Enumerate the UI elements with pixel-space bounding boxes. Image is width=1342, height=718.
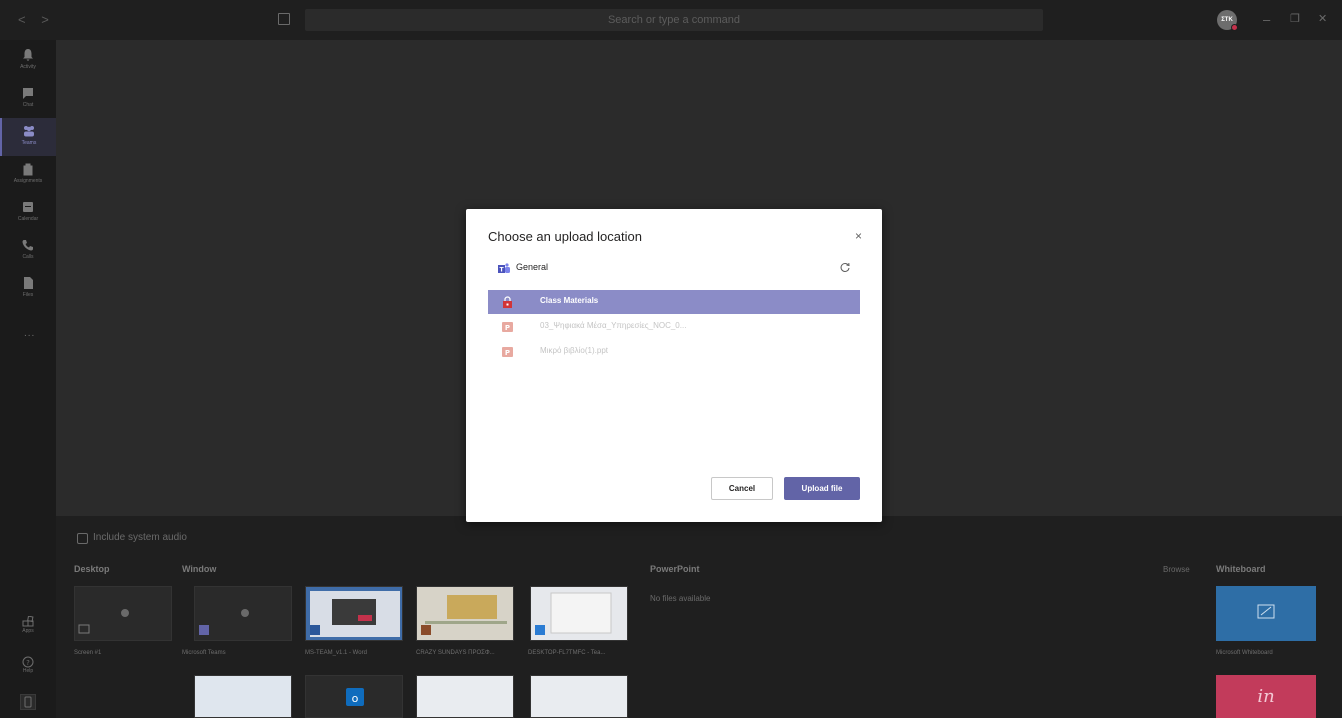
window-thumbnail[interactable] bbox=[194, 675, 292, 718]
rail-item-apps[interactable]: Apps bbox=[0, 616, 56, 634]
desktop-heading: Desktop bbox=[74, 564, 110, 574]
window-thumbnail-teams[interactable] bbox=[194, 586, 292, 641]
outlook-icon: o bbox=[346, 688, 364, 706]
screen-preview-icon bbox=[78, 609, 129, 634]
whiteboard-icon bbox=[1257, 604, 1275, 619]
maximize-button[interactable]: ❐ bbox=[1290, 12, 1300, 25]
whiteboard-heading: Whiteboard bbox=[1216, 564, 1266, 574]
rail-item-device[interactable] bbox=[0, 694, 56, 710]
thumbnail-caption: Microsoft Teams bbox=[182, 650, 226, 656]
bell-icon bbox=[23, 49, 33, 61]
app-rail: Activity Chat Teams Assignments Calendar… bbox=[0, 40, 56, 718]
breadcrumb-label: General bbox=[516, 262, 549, 272]
thumbnail-caption: CRAZY SUNDAYS ΠΡΟΣΦ... bbox=[416, 650, 495, 656]
compose-icon[interactable] bbox=[278, 13, 290, 25]
svg-text:o: o bbox=[352, 692, 359, 705]
include-audio-checkbox[interactable] bbox=[77, 533, 88, 544]
window-thumbnail[interactable] bbox=[530, 675, 628, 718]
window-thumbnail-desktop[interactable] bbox=[530, 586, 628, 641]
thumbnail-caption: MS-TEAM_v1.1 - Word bbox=[305, 650, 367, 656]
rail-label: Calendar bbox=[17, 216, 39, 222]
list-item-label: Μικρό βιβλίο(1).ppt bbox=[540, 346, 608, 355]
window-thumbnail[interactable] bbox=[416, 675, 514, 718]
powerpoint-heading: PowerPoint bbox=[650, 564, 700, 574]
rail-item-activity[interactable]: Activity bbox=[0, 42, 56, 80]
desktop-preview-icon bbox=[535, 592, 612, 635]
window-thumbnail-outlook[interactable]: o bbox=[305, 675, 403, 718]
mobile-icon bbox=[20, 694, 36, 710]
file-icon bbox=[24, 277, 33, 289]
rail-label: Apps bbox=[22, 628, 34, 634]
refresh-icon[interactable] bbox=[839, 262, 851, 274]
window-heading: Window bbox=[182, 564, 217, 574]
lock-folder-icon bbox=[503, 296, 512, 308]
whiteboard-caption: Microsoft Whiteboard bbox=[1216, 650, 1273, 656]
phone-icon bbox=[22, 240, 33, 251]
cancel-button[interactable]: Cancel bbox=[711, 477, 773, 500]
rail-item-chat[interactable]: Chat bbox=[0, 80, 56, 118]
svg-text:P: P bbox=[505, 349, 510, 357]
teams-icon bbox=[24, 126, 34, 137]
nav-arrows[interactable]: < > bbox=[18, 12, 55, 27]
browse-link[interactable]: Browse bbox=[1163, 565, 1190, 574]
calendar-icon bbox=[23, 202, 33, 212]
rail-label: Chat bbox=[22, 102, 34, 108]
rail-label: Help bbox=[22, 668, 34, 674]
list-item-file: P Μικρό βιβλίο(1).ppt bbox=[488, 340, 860, 364]
browser-preview-icon bbox=[421, 595, 507, 635]
rail-item-files[interactable]: Files bbox=[0, 270, 56, 308]
rail-item-calendar[interactable]: Calendar bbox=[0, 194, 56, 232]
rail-label: Files bbox=[22, 292, 34, 298]
title-bar: < > Search or type a command ΣΤΚ – ❐ ✕ bbox=[0, 0, 1342, 40]
powerpoint-icon: P bbox=[502, 347, 513, 357]
more-apps-icon[interactable]: ... bbox=[24, 328, 35, 339]
thumbnail-caption: DESKTOP-FL7TMFC - Tea... bbox=[528, 650, 606, 656]
apps-icon bbox=[22, 616, 34, 627]
include-audio-label: Include system audio bbox=[93, 532, 187, 543]
thumbnail-caption: Screen #1 bbox=[74, 650, 102, 656]
no-files-text: No files available bbox=[650, 594, 711, 603]
list-item-label: Class Materials bbox=[540, 296, 599, 305]
dialog-title: Choose an upload location bbox=[488, 229, 642, 244]
teams-channel-icon: T bbox=[498, 263, 510, 274]
help-icon: ? bbox=[22, 656, 34, 668]
minimize-button[interactable]: – bbox=[1263, 12, 1270, 27]
svg-text:P: P bbox=[505, 324, 510, 332]
close-window-button[interactable]: ✕ bbox=[1318, 12, 1327, 25]
list-item-file: P 03_Ψηφιακά Μέσα_Υπηρεσίες_ΝΟC_0... bbox=[488, 315, 860, 339]
rail-label: Calls bbox=[22, 254, 34, 260]
rail-label: Teams bbox=[21, 140, 37, 146]
screen-thumbnail[interactable] bbox=[74, 586, 172, 641]
rail-item-help[interactable]: ? Help bbox=[0, 656, 56, 674]
list-item-class-materials[interactable]: Class Materials bbox=[488, 290, 860, 314]
list-item-label: 03_Ψηφιακά Μέσα_Υπηρεσίες_ΝΟC_0... bbox=[540, 321, 687, 330]
svg-text:?: ? bbox=[26, 659, 30, 667]
assignments-icon bbox=[23, 163, 33, 176]
teams-preview-icon bbox=[199, 609, 249, 635]
invision-tile[interactable]: in bbox=[1216, 675, 1316, 718]
whiteboard-tile[interactable] bbox=[1216, 586, 1316, 641]
upload-location-dialog: Choose an upload location × T General Cl… bbox=[466, 209, 882, 522]
window-thumbnail-browser[interactable] bbox=[416, 586, 514, 641]
chat-icon bbox=[23, 88, 33, 99]
rail-item-teams[interactable]: Teams bbox=[0, 118, 56, 156]
rail-item-calls[interactable]: Calls bbox=[0, 232, 56, 270]
word-preview-icon bbox=[310, 591, 400, 637]
powerpoint-icon: P bbox=[502, 322, 513, 332]
rail-label: Activity bbox=[20, 64, 36, 70]
search-input[interactable]: Search or type a command bbox=[305, 9, 1043, 31]
presence-badge bbox=[1231, 24, 1238, 31]
window-thumbnail-word[interactable] bbox=[305, 586, 403, 641]
upload-file-button[interactable]: Upload file bbox=[784, 477, 860, 500]
close-icon[interactable]: × bbox=[855, 229, 862, 243]
rail-label: Assignments bbox=[13, 178, 43, 184]
rail-item-assignments[interactable]: Assignments bbox=[0, 156, 56, 194]
